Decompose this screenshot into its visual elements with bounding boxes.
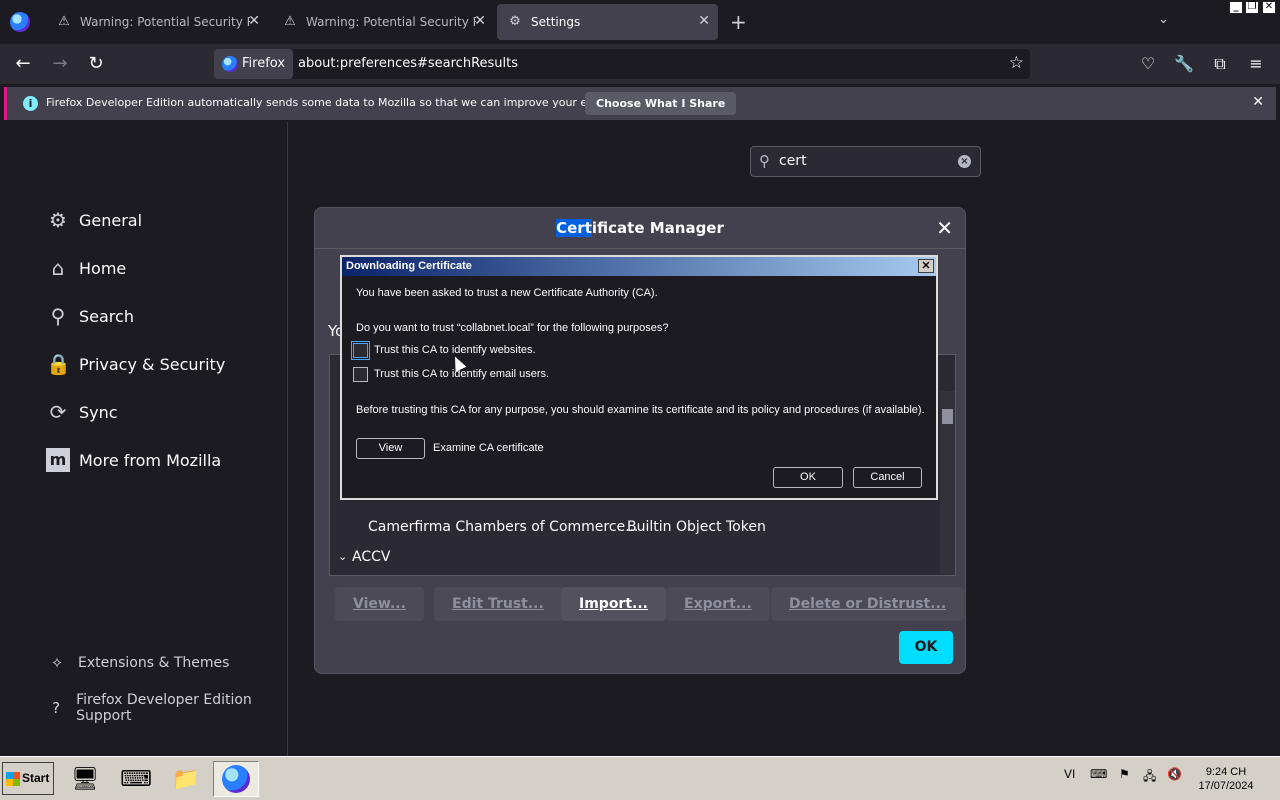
language-indicator[interactable]: VI: [1064, 767, 1075, 781]
delete-distrust-button[interactable]: Delete or Distrust...: [771, 587, 965, 621]
firefox-taskbar-icon[interactable]: [213, 761, 259, 797]
trust-websites-label[interactable]: Trust this CA to identify websites.: [374, 344, 536, 356]
category-more-from-mozilla[interactable]: m More from Mozilla: [46, 448, 221, 472]
volume-muted-icon[interactable]: 🔇: [1167, 767, 1182, 781]
gear-icon: ⚙: [49, 208, 67, 232]
info-icon: i: [23, 96, 38, 111]
scrollbar-thumb[interactable]: [942, 409, 953, 424]
category-sync[interactable]: ⟳ Sync: [46, 400, 118, 424]
new-tab-icon[interactable]: +: [730, 10, 747, 34]
view-certificate-button[interactable]: View: [356, 438, 425, 459]
windows-logo-icon: [6, 772, 20, 786]
cancel-button[interactable]: Cancel: [853, 467, 922, 488]
category-home[interactable]: ⌂ Home: [46, 256, 127, 280]
file-explorer-icon[interactable]: 📁: [163, 761, 209, 797]
notification-message: Firefox Developer Edition automatically …: [46, 96, 645, 109]
firefox-icon: [222, 765, 250, 793]
tab-strip: ⚠ Warning: Potential Security Risk Ahead…: [0, 0, 1280, 44]
lock-icon: 🔒: [46, 352, 71, 376]
table-row[interactable]: ⌄ ACCV: [330, 542, 940, 572]
category-general[interactable]: ⚙ General: [46, 208, 142, 232]
ok-button[interactable]: OK: [773, 467, 843, 488]
home-icon: ⌂: [51, 256, 65, 280]
tab-settings[interactable]: ⚙ Settings ✕: [497, 4, 718, 40]
clear-search-icon[interactable]: ×: [958, 155, 971, 168]
close-tab-icon[interactable]: ✕: [248, 13, 260, 29]
search-icon: ⚲: [50, 304, 66, 328]
back-icon[interactable]: ←: [12, 53, 34, 74]
ok-button[interactable]: OK: [899, 631, 953, 664]
sync-icon: ⟳: [49, 400, 67, 424]
bookmark-star-icon[interactable]: ☆: [1009, 53, 1024, 73]
tab-security-warning-2[interactable]: ⚠ Warning: Potential Security Risk Ahead…: [272, 4, 494, 40]
tab-security-warning-1[interactable]: ⚠ Warning: Potential Security Risk Ahead…: [46, 4, 268, 40]
help-icon: ?: [52, 699, 61, 717]
trust-websites-checkbox[interactable]: [351, 341, 370, 360]
question-text: Do you want to trust “collabnet.local” f…: [356, 322, 669, 334]
puzzle-icon: ✧: [50, 654, 64, 672]
clock[interactable]: 9:24 CH 17/07/2024: [1194, 765, 1258, 793]
navigation-toolbar: ← → ↻ Firefox about:preferences#searchRe…: [0, 44, 1280, 84]
import-button[interactable]: Import...: [561, 587, 666, 621]
list-all-tabs-icon[interactable]: ⌄: [1158, 12, 1169, 27]
identity-box[interactable]: Firefox: [214, 49, 294, 79]
table-row[interactable]: Camerfirma Chambers of Commerce... Built…: [330, 512, 940, 542]
search-icon: ⚲: [759, 152, 770, 170]
mozilla-icon: m: [46, 448, 70, 472]
network-icon[interactable]: 🖧: [1143, 767, 1156, 788]
intro-text: You have been asked to trust a new Certi…: [356, 287, 658, 299]
forward-icon[interactable]: →: [49, 53, 71, 74]
preferences-search-input[interactable]: ⚲ cert ×: [750, 146, 981, 177]
developer-tools-icon[interactable]: 🔧: [1174, 54, 1194, 73]
dialog-title: Certificate Manager: [556, 219, 724, 237]
chevron-down-icon: ⌄: [338, 550, 348, 563]
close-icon[interactable]: ✕: [936, 216, 953, 240]
close-tab-icon[interactable]: ✕: [474, 13, 486, 29]
downloading-certificate-dialog: Downloading Certificate ✕ You have been …: [340, 255, 938, 500]
close-window-icon[interactable]: ✕: [1262, 1, 1276, 14]
pocket-icon[interactable]: ♡: [1138, 54, 1158, 73]
minimize-window-icon[interactable]: _: [1229, 1, 1243, 14]
divider: [315, 248, 965, 249]
menu-icon[interactable]: ≡: [1246, 54, 1266, 73]
keyboard-icon[interactable]: ⌨: [1090, 767, 1107, 781]
category-search[interactable]: ⚲ Search: [46, 304, 134, 328]
choose-what-i-share-button[interactable]: Choose What I Share: [585, 92, 737, 115]
restore-window-icon[interactable]: ❐: [1245, 1, 1259, 14]
firefox-icon: [222, 56, 238, 72]
url-text[interactable]: about:preferences#searchResults: [298, 49, 518, 79]
preferences-sidebar: ⚙ General ⌂ Home ⚲ Search 🔒 Privacy & Se…: [0, 122, 288, 756]
support-link[interactable]: ? Firefox Developer Edition Support: [48, 692, 287, 724]
firefox-view-icon[interactable]: [10, 12, 30, 32]
close-tab-icon[interactable]: ✕: [698, 13, 710, 29]
warning-icon: ⚠: [58, 14, 70, 29]
extensions-themes-link[interactable]: ✧ Extensions & Themes: [48, 654, 230, 672]
reload-icon[interactable]: ↻: [85, 53, 107, 74]
advice-text: Before trusting this CA for any purpose,…: [356, 404, 925, 416]
export-button[interactable]: Export...: [666, 587, 770, 621]
address-bar[interactable]: Firefox about:preferences#searchResults …: [214, 49, 1030, 79]
close-notification-icon[interactable]: ✕: [1252, 94, 1264, 110]
powershell-icon[interactable]: ⌨: [113, 761, 159, 797]
category-privacy-security[interactable]: 🔒 Privacy & Security: [46, 352, 225, 376]
start-button[interactable]: Start: [2, 762, 54, 795]
scrollbar[interactable]: [940, 391, 955, 575]
close-icon[interactable]: ✕: [918, 259, 934, 273]
dialog-title: Downloading Certificate: [342, 257, 936, 276]
data-collection-notification: i Firefox Developer Edition automaticall…: [4, 87, 1276, 120]
view-button[interactable]: View...: [335, 587, 424, 621]
trust-email-checkbox[interactable]: [353, 367, 368, 382]
taskbar: Start 🖥 ⌨ 📁 VI ⌨ ⚑ 🖧 🔇 9:24 CH 17/07/202…: [0, 756, 1280, 800]
warning-icon: ⚠: [284, 14, 296, 29]
edit-trust-button[interactable]: Edit Trust...: [434, 587, 562, 621]
action-center-flag-icon[interactable]: ⚑: [1119, 767, 1130, 781]
extensions-icon[interactable]: ⧉: [1210, 54, 1230, 74]
view-caption: Examine CA certificate: [433, 442, 544, 454]
gear-icon: ⚙: [509, 14, 521, 29]
trust-email-label[interactable]: Trust this CA to identify email users.: [374, 368, 549, 380]
server-manager-icon[interactable]: 🖥: [62, 761, 108, 797]
